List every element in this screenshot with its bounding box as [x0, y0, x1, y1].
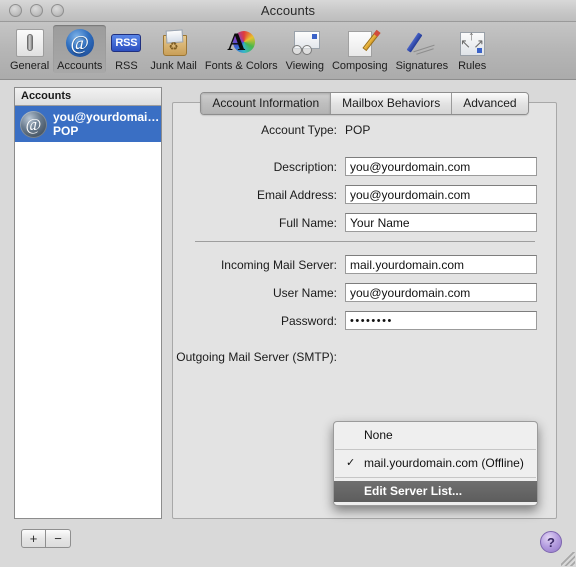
label-incoming-mail-server: Incoming Mail Server:: [220, 257, 337, 272]
toolbar-item-rss[interactable]: RSS RSS: [106, 25, 146, 73]
menu-item-edit-server-list-label: Edit Server List...: [364, 484, 463, 498]
toolbar-item-fonts-colors[interactable]: A Fonts & Colors: [201, 25, 282, 73]
window-titlebar: Accounts: [0, 0, 576, 22]
account-list-item-text: you@yourdomai… POP: [53, 110, 159, 138]
label-user-name: User Name:: [272, 285, 337, 300]
toolbar-item-rules[interactable]: ↑ ↖ ↗ Rules: [452, 25, 492, 73]
field-row-full-name: Full Name: Your Name: [173, 213, 556, 232]
label-account-type: Account Type:: [261, 123, 337, 137]
signatures-icon: [406, 27, 438, 59]
toolbar-label-composing: Composing: [331, 60, 388, 72]
toolbar-label-accounts: Accounts: [57, 60, 103, 72]
toolbar-label-fonts-colors: Fonts & Colors: [204, 60, 278, 72]
toolbar-item-composing[interactable]: Composing: [328, 25, 392, 73]
menu-item-mail-server-label: mail.yourdomain.com (Offline): [364, 456, 524, 470]
tab-strip: Account Information Mailbox Behaviors Ad…: [172, 92, 557, 115]
rss-icon: RSS: [110, 27, 142, 59]
toolbar-label-viewing: Viewing: [285, 60, 324, 72]
field-row-incoming-mail-server: Incoming Mail Server: mail.yourdomain.co…: [173, 255, 556, 274]
toolbar-label-junk-mail: Junk Mail: [150, 60, 197, 72]
incoming-mail-server-input[interactable]: mail.yourdomain.com: [345, 255, 537, 274]
field-row-password: Password: ••••••••: [173, 311, 556, 330]
window-title: Accounts: [260, 3, 316, 18]
account-protocol: POP: [53, 124, 79, 138]
remove-account-button[interactable]: −: [46, 529, 71, 548]
password-input[interactable]: ••••••••: [345, 311, 537, 330]
label-outgoing-mail-server: Outgoing Mail Server (SMTP):: [176, 350, 337, 364]
add-account-button[interactable]: +: [21, 529, 46, 548]
toolbar-label-general: General: [10, 60, 50, 72]
user-name-input[interactable]: you@yourdomain.com: [345, 283, 537, 302]
resize-grip[interactable]: [561, 552, 575, 566]
sidebar-header: Accounts: [15, 88, 161, 106]
toolbar-item-junk-mail[interactable]: ♻ Junk Mail: [146, 25, 200, 73]
toolbar-item-signatures[interactable]: Signatures: [392, 25, 453, 73]
label-description: Description:: [273, 159, 337, 174]
accounts-sidebar: Accounts @ you@yourdomai… POP: [14, 87, 162, 519]
menu-item-none[interactable]: None: [334, 425, 537, 446]
account-list-item[interactable]: @ you@yourdomai… POP: [15, 106, 161, 142]
label-email-address: Email Address:: [256, 187, 337, 202]
checkmark-icon: ✓: [346, 457, 356, 469]
fonts-colors-icon: A: [225, 27, 257, 59]
menu-item-mail-server[interactable]: ✓ mail.yourdomain.com (Offline): [334, 453, 537, 474]
rules-icon: ↑ ↖ ↗: [456, 27, 488, 59]
smtp-server-popup-menu: None ✓ mail.yourdomain.com (Offline) Edi…: [333, 421, 538, 506]
menu-item-edit-server-list[interactable]: Edit Server List...: [334, 481, 537, 502]
toolbar-item-viewing[interactable]: Viewing: [282, 25, 328, 73]
preferences-window: Accounts General @ Accounts RSS RSS ♻ Ju…: [0, 0, 576, 567]
description-input[interactable]: you@yourdomain.com: [345, 157, 537, 176]
help-button[interactable]: ?: [540, 531, 562, 553]
form-divider: [194, 241, 535, 242]
tab-account-information[interactable]: Account Information: [201, 93, 332, 114]
email-address-input[interactable]: you@yourdomain.com: [345, 185, 537, 204]
preferences-body: Accounts @ you@yourdomai… POP + − Accoun…: [0, 80, 576, 567]
toolbar-label-rules: Rules: [458, 60, 487, 72]
field-row-description: Description: you@yourdomain.com: [173, 157, 556, 176]
label-password: Password:: [280, 313, 337, 328]
menu-divider: [335, 449, 536, 450]
account-form: Account Type: POP Description: you@yourd…: [173, 123, 556, 373]
preferences-toolbar: General @ Accounts RSS RSS ♻ Junk Mail A…: [0, 22, 576, 80]
toolbar-item-general[interactable]: General: [6, 25, 53, 73]
at-sign-icon: @: [64, 27, 96, 59]
label-full-name: Full Name:: [278, 215, 337, 230]
menu-divider: [335, 477, 536, 478]
account-name: you@yourdomai…: [53, 110, 160, 124]
account-list-controls: + −: [21, 529, 71, 548]
field-row-user-name: User Name: you@yourdomain.com: [173, 283, 556, 302]
composing-icon: [344, 27, 381, 59]
value-account-type: POP: [345, 123, 371, 137]
junk-mail-icon: ♻: [158, 27, 190, 59]
at-globe-icon: @: [20, 110, 47, 138]
full-name-input[interactable]: Your Name: [345, 213, 537, 232]
toolbar-item-accounts[interactable]: @ Accounts: [53, 25, 107, 73]
tab-mailbox-behaviors[interactable]: Mailbox Behaviors: [331, 93, 453, 114]
tab-advanced[interactable]: Advanced: [452, 93, 528, 114]
viewing-icon: [289, 27, 321, 59]
general-icon: [14, 27, 46, 59]
field-row-outgoing-mail-server: Outgoing Mail Server (SMTP):: [173, 350, 556, 364]
menu-item-none-label: None: [364, 428, 393, 442]
toolbar-label-rss: RSS: [115, 60, 138, 72]
toolbar-label-signatures: Signatures: [395, 60, 449, 72]
field-row-email-address: Email Address: you@yourdomain.com: [173, 185, 556, 204]
field-row-account-type: Account Type: POP: [173, 123, 556, 137]
